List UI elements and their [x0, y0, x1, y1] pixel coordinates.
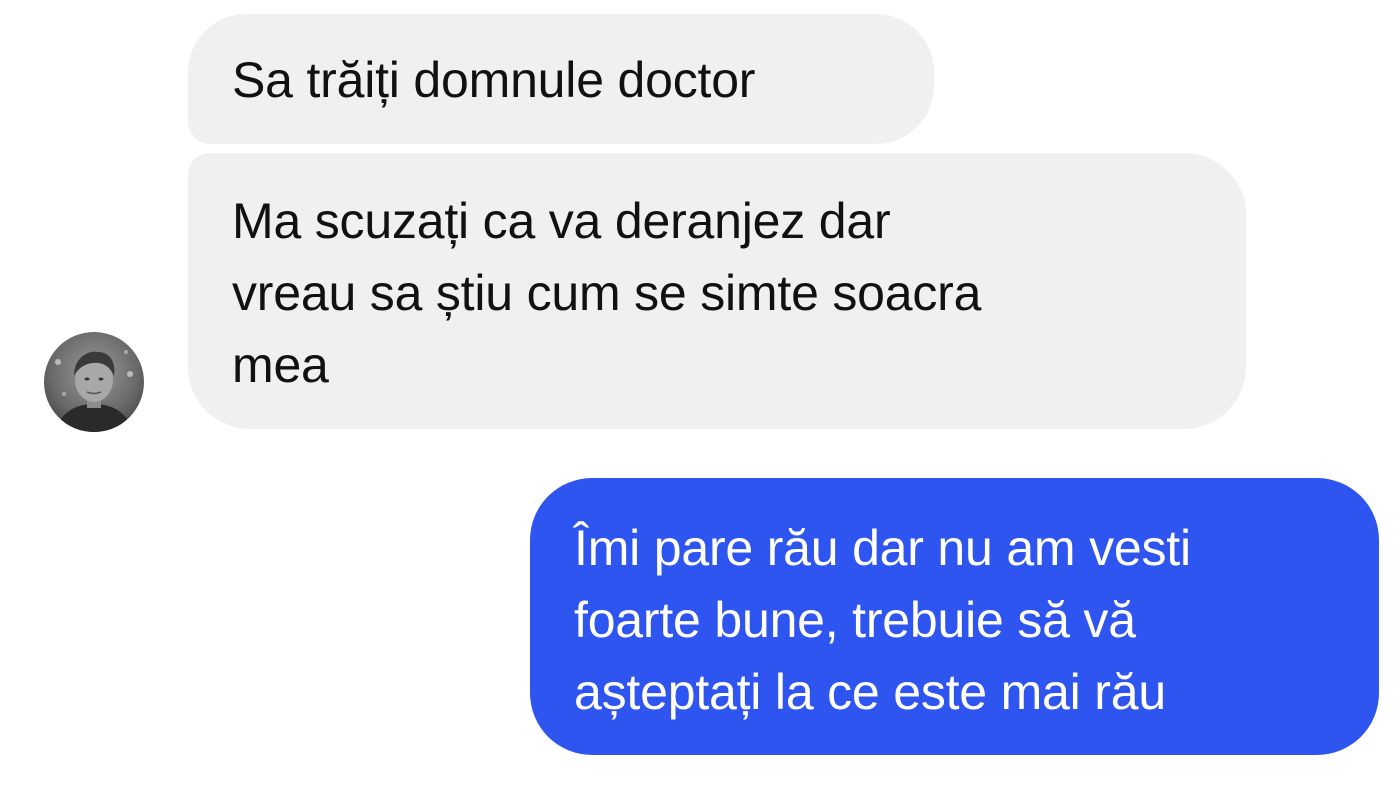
- message-text: Îmi pare rău dar nu am vesti: [574, 520, 1191, 576]
- incoming-message-bubble[interactable]: Sa trăiți domnule doctor: [188, 14, 934, 144]
- contact-avatar[interactable]: [44, 332, 144, 432]
- message-text: foarte bune, trebuie să vă: [574, 592, 1136, 648]
- chat-thread: Sa trăiți domnule doctor Ma scuzați ca v…: [0, 0, 1400, 787]
- message-text: Ma scuzați ca va deranjez dar: [232, 193, 891, 249]
- avatar-photo-icon: [54, 350, 134, 432]
- message-text: vreau sa știu cum se simte soacra: [232, 265, 982, 321]
- outgoing-message-bubble[interactable]: Îmi pare rău dar nu am vesti foarte bune…: [530, 478, 1379, 755]
- message-text: așteptați la ce este mai rău: [574, 664, 1166, 720]
- incoming-message-bubble[interactable]: Ma scuzați ca va deranjez dar vreau sa ș…: [188, 153, 1246, 429]
- message-text: Sa trăiți domnule doctor: [232, 52, 756, 108]
- message-text: mea: [232, 337, 329, 393]
